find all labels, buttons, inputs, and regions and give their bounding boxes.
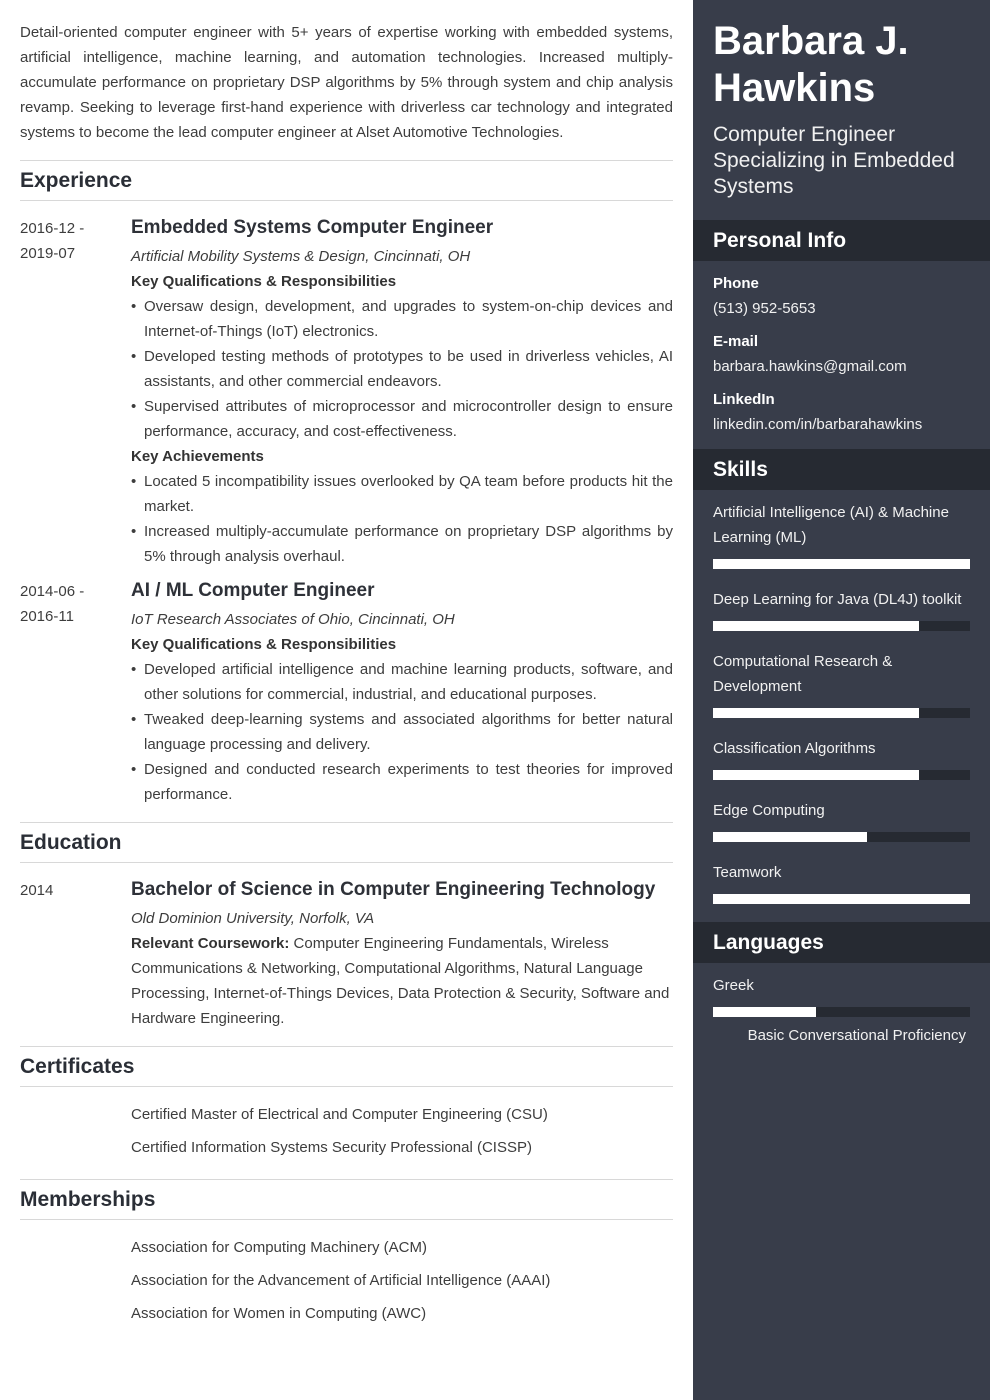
list-item: Oversaw design, development, and upgrade… [131,294,673,344]
language-level-fill [713,1007,816,1017]
skill-level-bar [713,770,970,780]
phone-value: (513) 952-5653 [713,300,816,317]
job-title: AI / ML Computer Engineer [131,580,375,601]
school-name: Old Dominion University, Norfolk, VA [131,910,375,927]
membership-item: Association for Computing Machinery (ACM… [131,1239,427,1256]
job-date-start: 2014-06 - [20,583,85,600]
skill-level-fill [713,832,868,842]
linkedin-label: LinkedIn [713,391,775,408]
list-item: Developed artificial intelligence and ma… [131,657,673,707]
skill-level-bar [713,559,970,569]
skill-name: Classification Algorithms [713,740,876,757]
qualifications-list: Developed artificial intelligence and ma… [131,657,673,807]
qualifications-list: Oversaw design, development, and upgrade… [131,294,673,444]
section-title-personal-info: Personal Info [713,228,847,252]
certificates-list: Certified Master of Electrical and Compu… [131,1087,673,1164]
coursework-label: Relevant Coursework: [131,935,290,952]
skill-level-bar [713,708,970,718]
education-entry: 2014 Bachelor of Science in Computer Eng… [20,878,673,1031]
memberships-list: Association for Computing Machinery (ACM… [131,1220,673,1330]
job-date-end: 2019-07 [20,245,76,262]
linkedin-value: linkedin.com/in/barbarahawkins [713,416,923,433]
skill-level-fill [713,621,919,631]
skill-name: Deep Learning for Java (DL4J) toolkit [713,591,962,608]
skill-name: Artificial Intelligence (AI) & Machine L… [713,504,949,546]
phone-label: Phone [713,275,759,292]
main-column: Detail-oriented computer engineer with 5… [20,0,673,1330]
skills-list: Artificial Intelligence (AI) & Machine L… [693,490,990,904]
skill-name: Computational Research & Development [713,653,893,695]
language-level-label: Basic Conversational Proficiency [747,1027,966,1044]
skill-item: Computational Research & Development [713,649,970,718]
skill-level-fill [713,708,919,718]
language-item: Greek Basic Conversational Proficiency [713,973,970,1047]
skill-item: Teamwork [713,860,970,904]
skill-name: Teamwork [713,864,782,881]
coursework: Relevant Coursework: Computer Engineerin… [131,931,673,1031]
certificates-section: Certificates Certified Master of Electri… [20,1046,673,1164]
certificate-item: Certified Master of Electrical and Compu… [131,1106,548,1123]
skill-level-fill [713,894,970,904]
languages-header: Languages [693,922,990,963]
job-company: IoT Research Associates of Ohio, Cincinn… [131,611,455,628]
skill-item: Artificial Intelligence (AI) & Machine L… [713,500,970,569]
skill-item: Edge Computing [713,798,970,842]
qualifications-label: Key Qualifications & Responsibilities [131,273,397,290]
email-value: barbara.hawkins@gmail.com [713,358,907,375]
language-name: Greek [713,977,754,994]
job-dates: 2014-06 - 2016-11 [20,579,131,807]
education-section: Education 2014 Bachelor of Science in Co… [20,822,673,1031]
list-item: Developed testing methods of prototypes … [131,344,673,394]
skill-level-bar [713,832,970,842]
job-company: Artificial Mobility Systems & Design, Ci… [131,248,471,265]
membership-item: Association for Women in Computing (AWC) [131,1305,427,1322]
job-dates: 2016-12 - 2019-07 [20,216,131,569]
languages-list: Greek Basic Conversational Proficiency [693,963,990,1047]
skill-name: Edge Computing [713,802,825,819]
summary: Detail-oriented computer engineer with 5… [20,24,673,141]
skill-level-bar [713,621,970,631]
experience-section: Experience 2016-12 - 2019-07 Embedded Sy… [20,160,673,807]
personal-info-header: Personal Info [693,220,990,261]
candidate-name: Barbara J. Hawkins [713,19,909,110]
list-item: Designed and conducted research experime… [131,757,673,807]
sidebar: Barbara J. Hawkins Computer Engineer Spe… [693,0,990,1400]
achievements-label: Key Achievements [131,448,264,465]
section-title-memberships: Memberships [20,1187,156,1211]
language-level-bar [713,1007,970,1017]
list-item: Located 5 incompatibility issues overloo… [131,469,673,519]
section-title-education: Education [20,830,122,854]
memberships-section: Memberships Association for Computing Ma… [20,1179,673,1330]
personal-info: Phone (513) 952-5653 E-mail barbara.hawk… [693,261,990,436]
qualifications-label: Key Qualifications & Responsibilities [131,636,397,653]
list-item: Supervised attributes of microprocessor … [131,394,673,444]
certificate-item: Certified Information Systems Security P… [131,1139,532,1156]
skill-item: Deep Learning for Java (DL4J) toolkit [713,587,970,631]
skill-level-fill [713,770,919,780]
skills-header: Skills [693,449,990,490]
section-title-experience: Experience [20,168,133,192]
section-title-skills: Skills [713,457,768,481]
section-title-languages: Languages [713,930,824,954]
skill-level-fill [713,559,970,569]
skill-item: Classification Algorithms [713,736,970,780]
job-title: Embedded Systems Computer Engineer [131,217,494,238]
membership-item: Association for the Advancement of Artif… [131,1272,551,1289]
candidate-headline: Computer Engineer Specializing in Embedd… [713,123,955,198]
section-title-certificates: Certificates [20,1054,135,1078]
education-date: 2014 [20,882,54,899]
email-label: E-mail [713,333,759,350]
job-entry: 2014-06 - 2016-11 AI / ML Computer Engin… [20,579,673,807]
list-item: Tweaked deep-learning systems and associ… [131,707,673,757]
job-date-end: 2016-11 [20,608,74,625]
job-entry: 2016-12 - 2019-07 Embedded Systems Compu… [20,216,673,569]
job-date-start: 2016-12 - [20,220,85,237]
achievements-list: Located 5 incompatibility issues overloo… [131,469,673,569]
skill-level-bar [713,894,970,904]
degree-title: Bachelor of Science in Computer Engineer… [131,879,656,900]
list-item: Increased multiply-accumulate performanc… [131,519,673,569]
